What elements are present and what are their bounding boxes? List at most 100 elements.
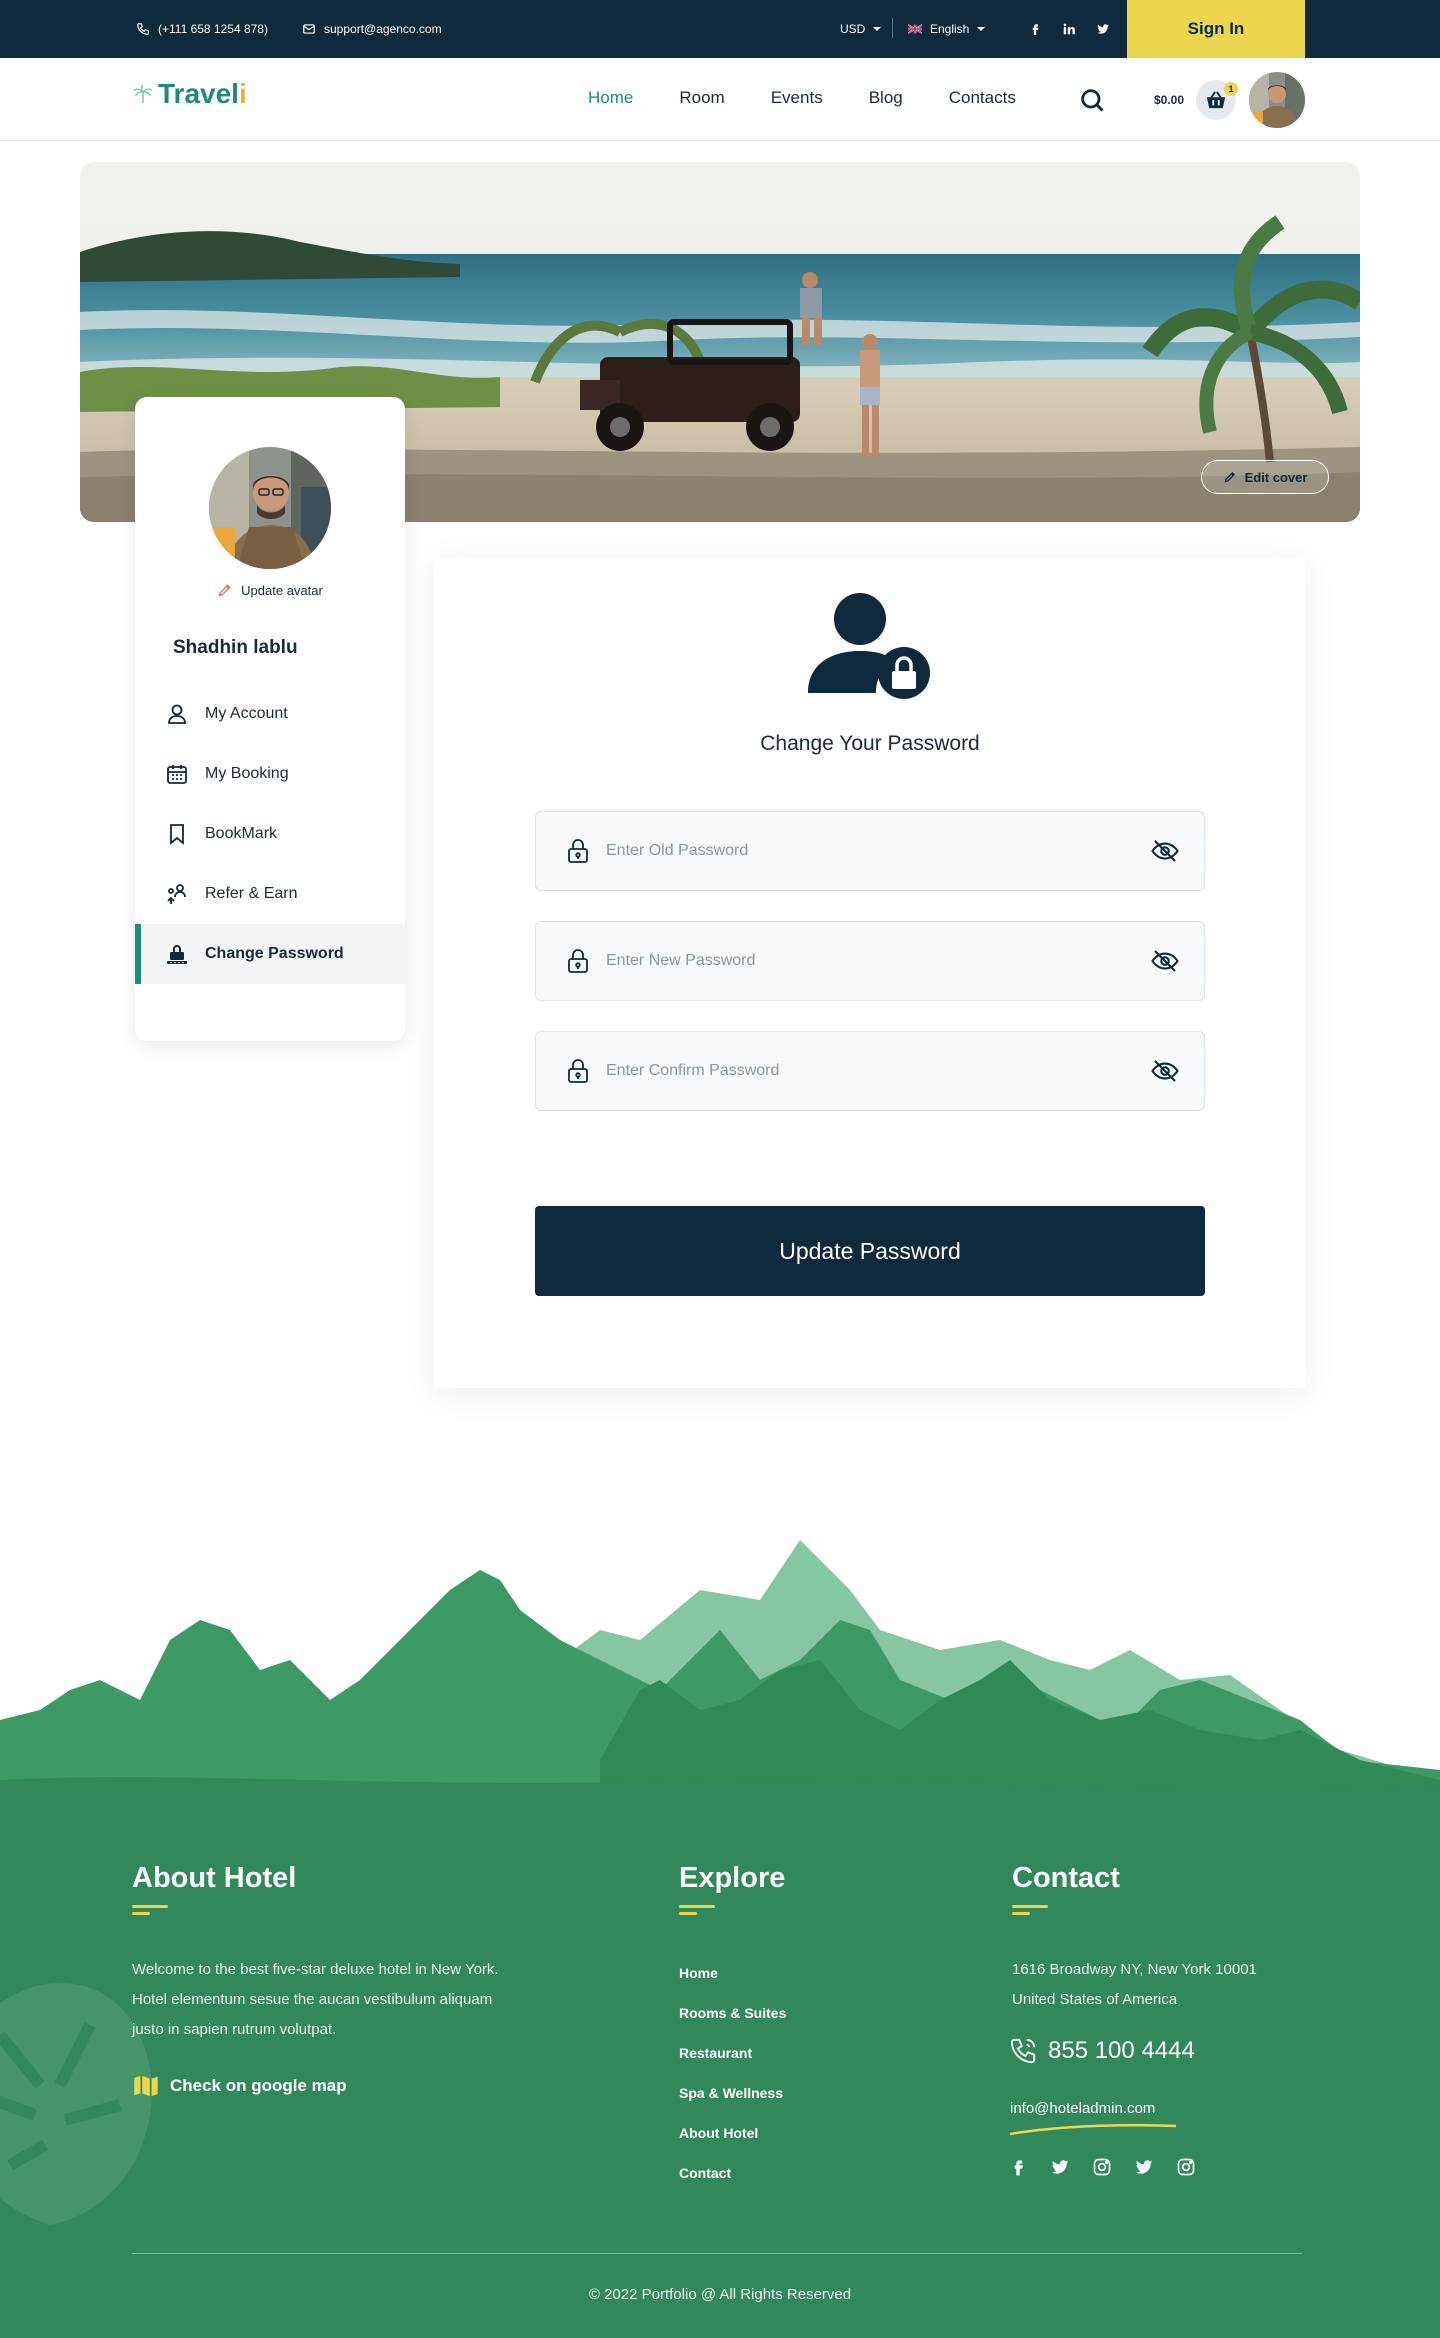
- cart-button[interactable]: 1: [1196, 80, 1238, 120]
- logo-accent-text: i: [238, 78, 247, 109]
- topbar-phone[interactable]: (+111 658 1254 878): [136, 0, 268, 58]
- explore-link-about[interactable]: About Hotel: [679, 2123, 786, 2163]
- instagram-icon[interactable]: [1176, 2157, 1196, 2177]
- old-password-input[interactable]: [606, 842, 1150, 860]
- explore-link-spa[interactable]: Spa & Wellness: [679, 2083, 786, 2123]
- lock-icon: [568, 1059, 588, 1083]
- menu-item-change-password[interactable]: Change Password: [135, 924, 405, 984]
- phone-icon: [137, 23, 149, 35]
- topbar-socials: [1028, 0, 1110, 58]
- pencil-icon: [218, 584, 231, 597]
- footer-phone-text: 855 100 4444: [1048, 2037, 1195, 2064]
- logo[interactable]: Traveli: [132, 78, 247, 110]
- explore-title: Explore: [679, 1862, 786, 1894]
- profile-menu: My Account My Booking BookMark Refer & E…: [135, 684, 405, 984]
- menu-item-label: Change Password: [205, 945, 344, 962]
- footer-phone[interactable]: 855 100 4444: [1008, 2036, 1195, 2066]
- footer-divider: [132, 2253, 1302, 2254]
- topbar-email-text: support@agenco.com: [324, 22, 442, 36]
- contact-title: Contact: [1012, 1862, 1120, 1894]
- update-avatar-link[interactable]: Update avatar: [135, 582, 405, 598]
- footer-email[interactable]: info@hoteladmin.com: [1010, 2100, 1155, 2117]
- contact-address: 1616 Broadway NY, New York 10001 United …: [1012, 1955, 1257, 2015]
- nav-links: Home Room Events Blog Contacts: [565, 86, 1039, 110]
- new-password-input[interactable]: [606, 952, 1150, 970]
- update-password-button[interactable]: Update Password: [535, 1206, 1205, 1296]
- instagram-icon[interactable]: [1092, 2157, 1112, 2177]
- about-title: About Hotel: [132, 1862, 297, 1894]
- profile-photo: [209, 447, 331, 569]
- chevron-down-icon: [873, 27, 882, 31]
- old-password-field: [535, 811, 1205, 891]
- nav-link-home[interactable]: Home: [565, 86, 656, 110]
- eye-off-icon[interactable]: [1150, 1056, 1180, 1086]
- topbar-divider: [892, 18, 893, 38]
- menu-item-my-booking[interactable]: My Booking: [135, 744, 405, 804]
- menu-item-my-account[interactable]: My Account: [135, 684, 405, 744]
- logo-text: Traveli: [158, 78, 247, 110]
- phone-icon: [1010, 2038, 1036, 2064]
- email-underline-swoosh: [1009, 2124, 1177, 2136]
- explore-link-contact[interactable]: Contact: [679, 2163, 786, 2203]
- menu-item-label: BookMark: [205, 825, 278, 842]
- password-icon: [167, 945, 187, 964]
- nav-link-contacts[interactable]: Contacts: [926, 86, 1039, 110]
- profile-sidebar: Update avatar Shadhin lablu My Account M…: [135, 397, 405, 1041]
- menu-item-label: My Account: [205, 705, 288, 722]
- confirm-password-field: [535, 1031, 1205, 1111]
- search-icon[interactable]: [1078, 86, 1106, 114]
- eye-off-icon[interactable]: [1150, 946, 1180, 976]
- cart-total: $0.00: [1154, 93, 1185, 107]
- facebook-icon[interactable]: [1008, 2157, 1028, 2177]
- currency-value: USD: [840, 22, 866, 36]
- menu-item-label: Refer & Earn: [205, 885, 298, 902]
- footer-socials: [1008, 2157, 1196, 2177]
- copyright: © 2022 Portfolio @ All Rights Reserved: [588, 2286, 852, 2303]
- update-avatar-label: Update avatar: [241, 582, 323, 598]
- google-map-label: Check on google map: [170, 2076, 347, 2095]
- title-underline: [132, 1905, 168, 1915]
- calendar-icon: [167, 765, 187, 784]
- user-lock-icon: [808, 593, 930, 699]
- facebook-icon[interactable]: [1028, 22, 1042, 36]
- nav-link-room[interactable]: Room: [656, 86, 747, 110]
- about-text: Welcome to the best five-star deluxe hot…: [132, 1961, 499, 2038]
- user-avatar[interactable]: [1249, 72, 1305, 128]
- explore-links: Home Rooms & Suites Restaurant Spa & Wel…: [679, 1963, 786, 2203]
- user-icon: [168, 704, 186, 724]
- basket-icon: [1206, 91, 1226, 109]
- currency-select[interactable]: USD: [840, 0, 882, 58]
- footer-contact: Contact: [1012, 1862, 1120, 1915]
- edit-cover-button[interactable]: Edit cover: [1201, 460, 1329, 494]
- topbar-phone-text: (+111 658 1254 878): [158, 22, 268, 36]
- edit-cover-label: Edit cover: [1244, 469, 1308, 485]
- menu-item-refer-earn[interactable]: Refer & Earn: [135, 864, 405, 924]
- language-select[interactable]: English: [908, 0, 986, 58]
- title-underline: [1012, 1905, 1048, 1915]
- explore-link-rooms[interactable]: Rooms & Suites: [679, 2003, 786, 2043]
- topbar-email[interactable]: support@agenco.com: [302, 0, 442, 58]
- menu-item-bookmark[interactable]: BookMark: [135, 804, 405, 864]
- map-icon: [134, 2075, 158, 2097]
- pencil-icon: [1224, 472, 1235, 483]
- twitter-icon[interactable]: [1096, 22, 1110, 36]
- confirm-password-input[interactable]: [606, 1062, 1150, 1080]
- twitter-icon[interactable]: [1050, 2157, 1070, 2177]
- chevron-down-icon: [977, 27, 986, 31]
- sign-in-button[interactable]: Sign In: [1127, 0, 1305, 58]
- profile-name: Shadhin lablu: [173, 637, 298, 658]
- cart-count-badge: 1: [1224, 82, 1238, 96]
- explore-link-restaurant[interactable]: Restaurant: [679, 2043, 786, 2083]
- twitter-icon[interactable]: [1134, 2157, 1154, 2177]
- nav-link-blog[interactable]: Blog: [846, 86, 926, 110]
- footer-explore: Explore: [679, 1862, 786, 1915]
- page: (+111 658 1254 878) support@agenco.com U…: [0, 0, 1440, 2338]
- language-value: English: [930, 22, 970, 36]
- footer: About Hotel Welcome to the best five-sta…: [0, 1800, 1440, 2338]
- linkedin-icon[interactable]: [1062, 22, 1076, 36]
- google-map-link[interactable]: Check on google map: [132, 2072, 347, 2100]
- explore-link-home[interactable]: Home: [679, 1963, 786, 2003]
- eye-off-icon[interactable]: [1150, 836, 1180, 866]
- avatar-photo: [1249, 72, 1305, 128]
- nav-link-events[interactable]: Events: [748, 86, 846, 110]
